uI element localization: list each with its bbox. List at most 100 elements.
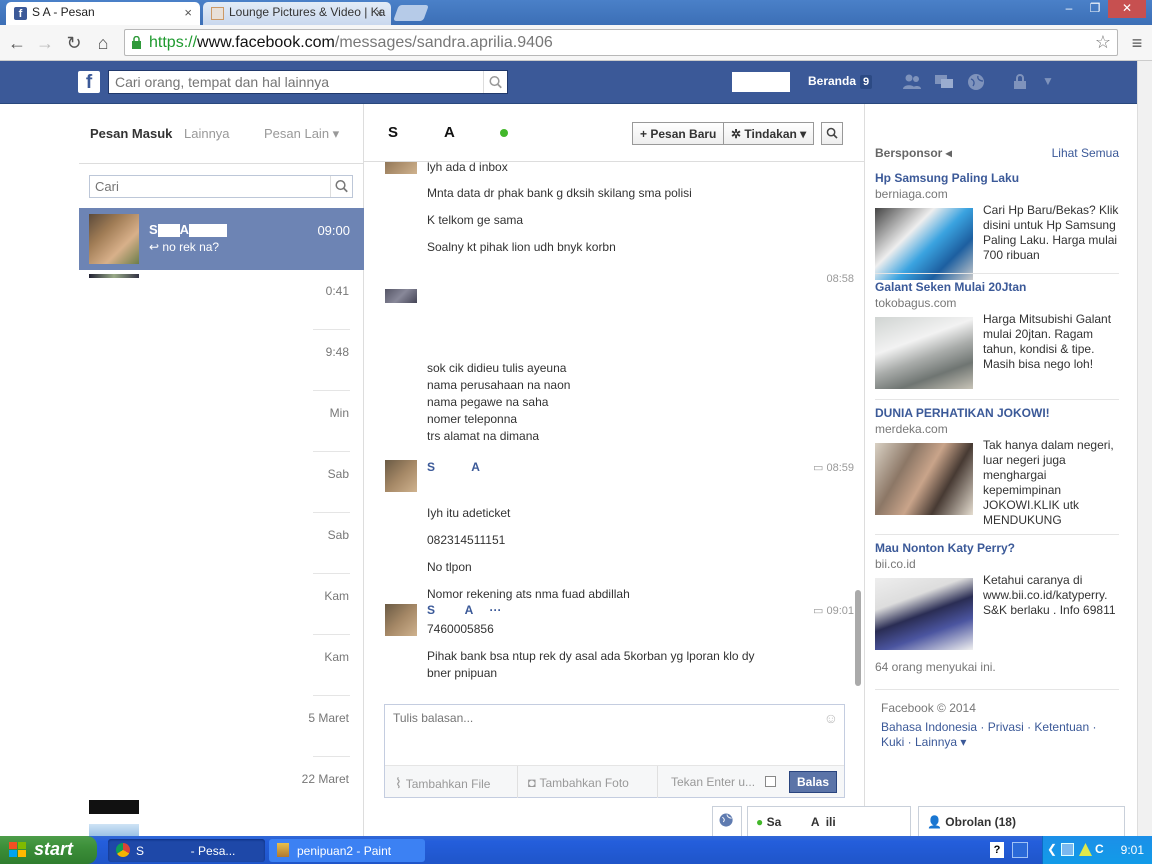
divider [517, 766, 518, 798]
ad-domain: berniaga.com [875, 187, 948, 201]
lock-icon [132, 36, 141, 49]
messages-icon[interactable] [934, 73, 954, 91]
clock[interactable]: 9:01 [1121, 843, 1144, 857]
online-status-dot [500, 129, 508, 137]
facebook-search-input[interactable] [109, 71, 481, 93]
message-text: K telkom ge sama [427, 213, 524, 227]
search-icon[interactable] [483, 71, 507, 93]
help-icon[interactable]: ? [990, 842, 1004, 858]
start-button[interactable]: start [0, 836, 97, 864]
conversation-time: Min [329, 406, 349, 420]
message-time: ▭ 08:59 [813, 462, 854, 474]
enter-to-send-checkbox[interactable] [765, 776, 776, 787]
globe-icon [719, 813, 733, 827]
divider [875, 399, 1119, 400]
message-text: sok cik didieu tulis ayeuna [427, 361, 567, 375]
emoticon-icon[interactable]: ☺ [824, 710, 838, 726]
conversation-title: SA [388, 124, 455, 141]
show-hidden-icons-icon[interactable]: ❮ [1047, 842, 1057, 856]
address-bar[interactable]: https://www.facebook.com/messages/sandra… [124, 29, 1118, 56]
tab-close-icon[interactable]: × [184, 5, 192, 20]
tab-inbox[interactable]: Pesan Masuk [90, 126, 172, 141]
reload-icon[interactable]: ↻ [63, 32, 85, 54]
ad-text: Ketahui caranya di www.bii.co.id/katyper… [983, 573, 1116, 617]
chat-contact-name: Sa A ili [766, 815, 836, 829]
profile-name-redacted[interactable] [732, 72, 790, 92]
add-photo-button[interactable]: ◘ Tambahkan Foto [528, 775, 629, 790]
menu-icon[interactable]: ≡ [1126, 32, 1148, 54]
network-icon[interactable] [1012, 842, 1028, 858]
conversation-search-input[interactable] [90, 176, 330, 197]
facebook-search [108, 70, 508, 94]
windows-logo-icon [9, 842, 26, 857]
actions-dropdown-button[interactable]: ✲ Tindakan ▾ [724, 122, 815, 145]
see-all-link[interactable]: Lihat Semua [1052, 146, 1119, 160]
display-icon[interactable] [1061, 843, 1074, 856]
footer-links[interactable]: Bahasa Indonesia · Privasi · Ketentuan ·… [881, 720, 1117, 750]
friend-requests-icon[interactable] [902, 73, 922, 91]
tab-other-messages[interactable]: Pesan Lain ▾ [264, 126, 339, 142]
attach-file-button[interactable]: ⌇ Tambahkan File [395, 775, 490, 792]
message-text: bner pnipuan [427, 666, 498, 680]
reply-input[interactable] [385, 705, 844, 765]
bookmark-star-icon[interactable]: ☆ [1095, 32, 1111, 53]
minimize-button[interactable]: – [1056, 0, 1082, 18]
ad-likes[interactable]: 64 orang menyukai ini. [875, 660, 996, 674]
close-window-button[interactable]: ✕ [1108, 0, 1146, 18]
conversation-item-selected[interactable]: SA 09:00 ↩ no rek na? [79, 208, 364, 270]
new-message-button[interactable]: + Pesan Baru [632, 122, 725, 145]
browser-toolbar: ← → ↻ ⌂ https://www.facebook.com/message… [0, 25, 1152, 61]
warning-icon[interactable] [1079, 843, 1092, 856]
tab-other[interactable]: Lainnya [184, 126, 230, 141]
privacy-shortcuts-icon[interactable] [1012, 73, 1032, 91]
search-conversation-icon[interactable] [821, 122, 843, 145]
paperclip-icon: ⌇ [395, 775, 406, 791]
message-sender[interactable]: S A ··· [427, 603, 501, 617]
forward-icon[interactable]: → [34, 32, 56, 54]
chat-options[interactable] [712, 806, 742, 836]
ad-title[interactable]: DUNIA PERHATIKAN JOKOWI! [875, 406, 1050, 420]
taskbar-item-chrome[interactable]: S - Pesa... [108, 839, 265, 862]
taskbar-item-paint[interactable]: penipuan2 - Paint [269, 839, 425, 862]
avatar [89, 274, 139, 278]
conversation-list-panel: Pesan Masuk Lainnya Pesan Lain ▾ SA 09:0… [79, 104, 364, 836]
conversation-time: Sab [327, 528, 349, 542]
chat-tab-contact[interactable]: ● Sa A ili [747, 806, 911, 836]
message-scrollbar[interactable] [855, 590, 861, 686]
divider [875, 534, 1119, 535]
maximize-button[interactable]: ❐ [1082, 0, 1108, 18]
facebook-logo[interactable]: f [78, 71, 100, 93]
tab-facebook-messages[interactable]: f S A - Pesan × [6, 2, 200, 25]
chat-sidebar-toggle[interactable]: 👤 Obrolan (18) [918, 806, 1125, 836]
ad-title[interactable]: Mau Nonton Katy Perry? [875, 541, 1015, 555]
antivirus-icon[interactable]: C [1095, 842, 1104, 856]
send-reply-button[interactable]: Balas [789, 771, 837, 793]
search-icon[interactable] [330, 176, 352, 197]
message-text: nama pegawe na saha [427, 395, 549, 409]
tab-close-icon[interactable]: × [375, 5, 383, 20]
ad-text: Cari Hp Baru/Bekas? Klik disini untuk Hp… [983, 203, 1119, 262]
ad-title[interactable]: Hp Samsung Paling Laku [875, 171, 1019, 185]
message-sender[interactable]: S A [427, 460, 480, 474]
conversation-time: Sab [327, 467, 349, 481]
new-tab-button[interactable] [393, 5, 429, 21]
ad-image-phone[interactable] [875, 208, 973, 280]
tab-lounge-pictures[interactable]: Lounge Pictures & Video | Ka × [203, 2, 391, 25]
avatar [385, 289, 417, 303]
ad-image-katy-perry[interactable] [875, 578, 973, 650]
home-icon[interactable]: ⌂ [92, 32, 114, 54]
home-label: Beranda [808, 74, 857, 88]
account-dropdown-icon[interactable]: ▼ [1042, 74, 1054, 88]
ad-image-car[interactable] [875, 317, 973, 389]
ad-title[interactable]: Galant Seken Mulai 20Jtan [875, 280, 1026, 294]
back-icon[interactable]: ← [6, 32, 28, 54]
notifications-globe-icon[interactable] [966, 73, 986, 91]
page-scrollbar[interactable] [1137, 61, 1152, 836]
home-link[interactable]: Beranda 9 [808, 74, 873, 89]
taskbar-item-label: penipuan2 - Paint [297, 844, 392, 858]
conversation-time: 0:41 [325, 284, 349, 298]
ad-image-jokowi[interactable] [875, 443, 973, 515]
browser-tab-bar: f S A - Pesan × Lounge Pictures & Video … [0, 0, 1152, 25]
enter-to-send-label: Tekan Enter u... [671, 775, 756, 789]
ad-domain: tokobagus.com [875, 296, 957, 310]
